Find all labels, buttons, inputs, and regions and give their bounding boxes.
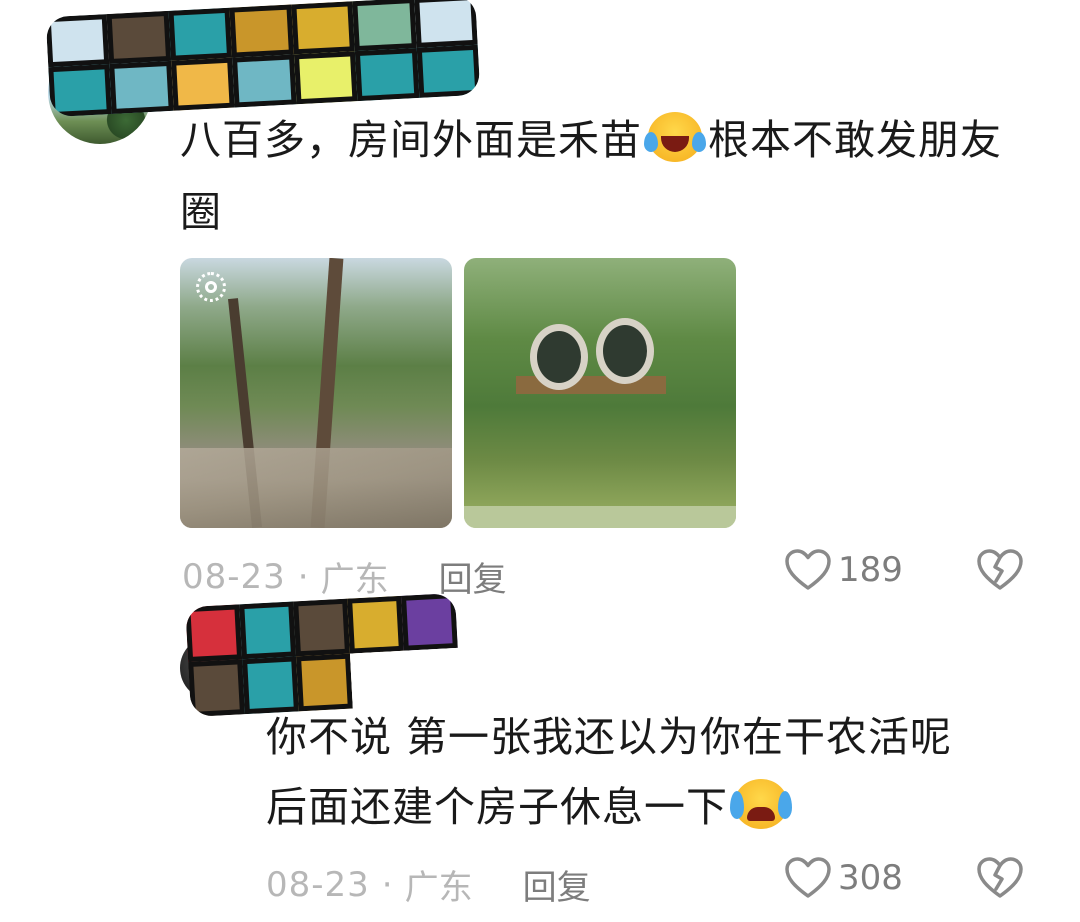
dislike-button[interactable] [976, 548, 1024, 596]
loudly-crying-emoji-icon [730, 777, 792, 829]
comment-text: 八百多，房间外面是禾苗 [180, 116, 642, 164]
reply-meta: 08-23 · 广东 回复 [266, 860, 591, 909]
comment-location: 广东 [320, 560, 389, 600]
broken-heart-icon [977, 857, 1023, 898]
reply-text-line-1: 你不说 第一张我还以为你在干农活呢 [266, 713, 953, 761]
username-redaction-mosaic [45, 0, 481, 118]
reply-body: 你不说 第一张我还以为你在干农活呢 后面还建个房子休息一下 [266, 702, 1046, 842]
live-photo-icon [196, 272, 226, 302]
reply-button[interactable]: 回复 [439, 552, 507, 601]
reply-location: 广东 [404, 868, 473, 908]
meta-separator: · [297, 556, 309, 597]
reply-date: 08-23 [266, 864, 370, 905]
dislike-button[interactable] [976, 856, 1024, 904]
like-count: 308 [838, 858, 903, 898]
like-button[interactable]: 189 [784, 548, 903, 592]
like-count: 189 [838, 550, 903, 590]
comment-date: 08-23 [182, 556, 286, 597]
username-redaction-mosaic [185, 593, 461, 717]
comment-photo-2[interactable] [464, 258, 736, 528]
meta-separator: · [381, 864, 393, 905]
comment-photo-1[interactable] [180, 258, 452, 528]
reply-button[interactable]: 回复 [523, 860, 591, 909]
reply-text-line-2: 后面还建个房子休息一下 [266, 783, 728, 831]
comment-body: 八百多，房间外面是禾苗 根本不敢发朋友圈 [180, 104, 1040, 248]
heart-icon [785, 549, 831, 590]
like-button[interactable]: 308 [784, 856, 903, 900]
comment-thread: 八百多，房间外面是禾苗根本不敢发朋友圈 08-23 · 广东 回复 189 ぷ [0, 0, 1080, 922]
laughing-crying-emoji-icon [644, 110, 706, 162]
broken-heart-icon [977, 549, 1023, 590]
heart-icon [785, 857, 831, 898]
comment-meta: 08-23 · 广东 回复 [182, 552, 507, 601]
